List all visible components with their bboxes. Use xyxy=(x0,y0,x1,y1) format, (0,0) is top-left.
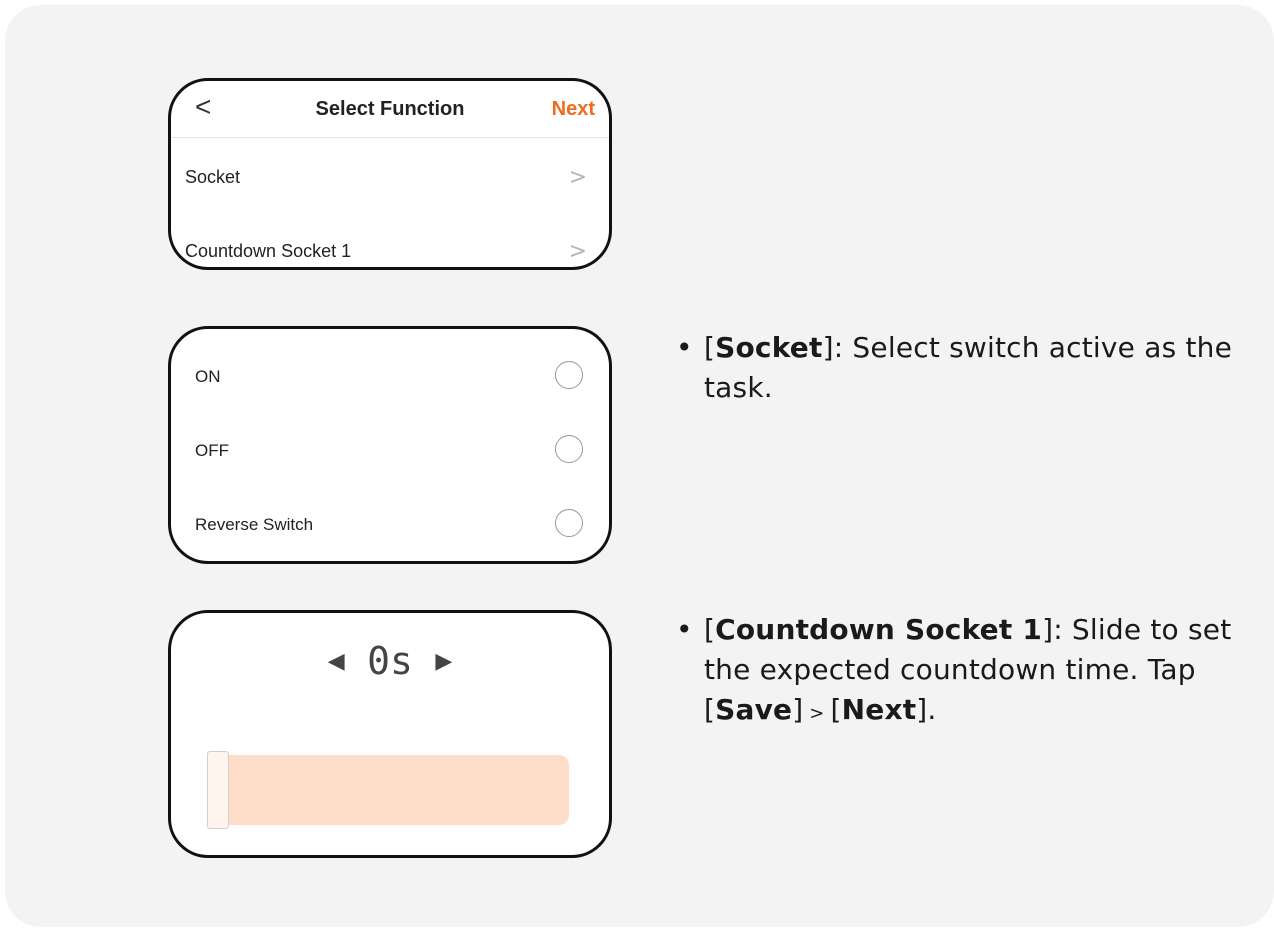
period: . xyxy=(927,693,937,726)
countdown-value: 0s xyxy=(367,639,413,683)
bracket: ] xyxy=(1042,613,1054,646)
chevron-right-icon: > xyxy=(568,239,587,264)
bracket: ] xyxy=(792,693,804,726)
save-term: Save xyxy=(715,693,793,726)
select-function-panel: < Select Function Next Socket > Countdow… xyxy=(168,78,612,270)
bracket: ] xyxy=(822,331,834,364)
bullet: • xyxy=(676,331,693,364)
list-item-socket[interactable]: Socket > xyxy=(171,165,609,195)
option-off[interactable]: OFF xyxy=(171,431,609,471)
countdown-slider-track[interactable] xyxy=(209,755,569,825)
option-label: OFF xyxy=(195,441,229,460)
time-picker: ◀ 0s ▶ xyxy=(171,639,609,683)
triangle-left-icon[interactable]: ◀ xyxy=(328,649,345,674)
description-countdown: • [Countdown Socket 1]: Slide to set the… xyxy=(676,610,1266,734)
next-button[interactable]: Next xyxy=(552,98,595,121)
separator: > xyxy=(803,703,831,724)
bracket: [ xyxy=(704,331,716,364)
description-text: [Countdown Socket 1]: Slide to set the e… xyxy=(704,610,1266,734)
nav-bar: < Select Function Next xyxy=(171,81,609,138)
term: Countdown Socket 1 xyxy=(715,613,1043,646)
next-term: Next xyxy=(841,693,917,726)
radio-button-icon[interactable] xyxy=(555,509,583,537)
option-label: ON xyxy=(195,367,221,386)
triangle-right-icon[interactable]: ▶ xyxy=(435,649,452,674)
countdown-panel: ◀ 0s ▶ xyxy=(168,610,612,858)
bullet: • xyxy=(676,613,693,646)
socket-options-panel: ON OFF Reverse Switch xyxy=(168,326,612,564)
term: Socket xyxy=(715,331,823,364)
option-on[interactable]: ON xyxy=(171,357,609,397)
list-item-label: Countdown Socket 1 xyxy=(185,241,352,261)
list-item-label: Socket xyxy=(185,167,241,187)
description-text: [Socket]: Select switch active as the ta… xyxy=(704,328,1266,408)
radio-button-icon[interactable] xyxy=(555,435,583,463)
description-socket: • [Socket]: Select switch active as the … xyxy=(676,328,1266,408)
radio-button-icon[interactable] xyxy=(555,361,583,389)
option-reverse-switch[interactable]: Reverse Switch xyxy=(171,505,609,545)
bracket: [ xyxy=(704,613,716,646)
page-title: Select Function xyxy=(315,98,465,120)
chevron-right-icon: > xyxy=(568,165,587,190)
countdown-slider-handle[interactable] xyxy=(207,751,229,829)
option-label: Reverse Switch xyxy=(195,515,314,534)
bracket: [ xyxy=(704,693,716,726)
list-item-countdown-socket-1[interactable]: Countdown Socket 1 > xyxy=(171,239,609,267)
bracket: [ xyxy=(830,693,842,726)
bracket: ] xyxy=(916,693,928,726)
